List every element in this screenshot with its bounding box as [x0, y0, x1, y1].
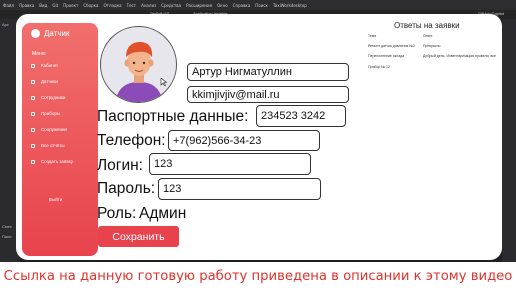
- login-field[interactable]: 123: [149, 153, 311, 175]
- ide-left-label: Смес: [2, 224, 12, 229]
- sidebar-item-devices[interactable]: Приборы: [31, 111, 60, 116]
- app-window: Датчик Меню Кабинет Датчики Сотрудники П…: [16, 14, 502, 260]
- answers-column-header: Ответ: [423, 34, 433, 38]
- avatar-person-icon: [115, 42, 163, 102]
- nav-icon: [31, 127, 35, 132]
- sidebar-item-label: Все отчёты: [41, 143, 65, 148]
- ide-menu-item[interactable]: Справка: [233, 3, 251, 8]
- ide-menu-item[interactable]: Отладка: [104, 3, 122, 8]
- ide-menu-item[interactable]: Правка: [19, 3, 34, 8]
- password-field[interactable]: 123: [158, 178, 321, 200]
- answers-column-header: Тема: [368, 34, 377, 38]
- answers-cell: Прекрасно: [423, 44, 441, 48]
- answers-cell: Добрый день, Инвентаризацию провели, все: [423, 54, 497, 58]
- sidebar-item-reports[interactable]: Все отчёты: [31, 143, 65, 148]
- logo-circle-icon: [31, 29, 40, 38]
- nav-icon: [31, 63, 35, 68]
- sidebar-item-structures[interactable]: Сооружения: [31, 127, 67, 132]
- ide-left-label: Арс: [2, 22, 9, 27]
- sidebar-item-label: Кабинет: [41, 63, 59, 68]
- ide-menu-item[interactable]: Проект: [63, 3, 78, 8]
- phone-field[interactable]: +7(962)566-34-23: [168, 130, 320, 151]
- sidebar-item-cabinet[interactable]: Кабинет: [31, 63, 58, 68]
- ide-left-label: Пани: [2, 234, 12, 239]
- answers-cell: Ремонт датчик давления №2: [368, 44, 415, 48]
- answers-cell: Прибор № 12: [368, 65, 390, 69]
- menu-title: Меню: [32, 51, 46, 57]
- full-name-field[interactable]: Артур Нигматуллин: [187, 63, 349, 81]
- sidebar-item-label: Сотрудники: [41, 95, 66, 100]
- ide-menu-item[interactable]: Анализ: [141, 3, 156, 8]
- ide-search-box[interactable]: Поиск: [255, 3, 268, 8]
- answers-cell: Переполнение склада: [368, 54, 405, 58]
- role-value: Админ: [139, 205, 187, 222]
- nav-icon: [31, 79, 35, 84]
- ide-menu-item[interactable]: Файл: [3, 3, 14, 8]
- ide-solution-name: TaxiWorkdesktop: [272, 2, 307, 8]
- sidebar-item-create-request[interactable]: Создать заявку: [31, 159, 73, 164]
- nav-icon: [31, 143, 35, 148]
- sidebar-item-sensors[interactable]: Датчики: [31, 79, 58, 84]
- ide-menu-item[interactable]: Окно: [217, 3, 228, 8]
- ide-menu-item[interactable]: Вид: [39, 3, 47, 8]
- sidebar-item-employees[interactable]: Сотрудники: [31, 95, 65, 100]
- avatar[interactable]: [100, 26, 177, 103]
- role-label: Роль:: [97, 205, 137, 222]
- nav-icon: [31, 95, 35, 100]
- ide-menu-item[interactable]: Тест: [127, 3, 136, 8]
- passport-field[interactable]: 234523 3242: [256, 105, 346, 127]
- phone-label: Телефон:: [97, 132, 166, 149]
- ide-menu-item[interactable]: Расширения: [186, 3, 212, 8]
- ide-menubar: Файл Правка Вид Git Проект Сборка Отладк…: [0, 0, 516, 10]
- email-field[interactable]: kkimjivjiv@mail.ru: [187, 86, 349, 103]
- brand-name: Датчик: [44, 29, 70, 38]
- nav-icon: [31, 111, 35, 116]
- ide-right-panel: [502, 19, 516, 262]
- exit-link[interactable]: Выйти: [49, 197, 62, 202]
- passport-label: Паспортные данные:: [97, 108, 249, 125]
- password-label: Пароль:: [97, 180, 156, 197]
- answers-title: Ответы на заявки: [394, 21, 460, 30]
- brand: Датчик: [31, 29, 70, 38]
- sidebar-item-label: Датчики: [41, 79, 58, 84]
- login-label: Логин:: [97, 157, 143, 174]
- sidebar: Датчик Меню Кабинет Датчики Сотрудники П…: [22, 23, 98, 256]
- nav-icon: [31, 159, 35, 164]
- mouse-cursor-icon: [160, 78, 168, 86]
- ide-menu-item[interactable]: Git: [52, 3, 58, 8]
- save-button[interactable]: Сохранить: [98, 226, 179, 247]
- ide-menu-item[interactable]: Сборка: [83, 3, 98, 8]
- ide-menu-item[interactable]: Средства: [161, 3, 181, 8]
- sidebar-item-label: Создать заявку: [41, 159, 74, 164]
- sidebar-item-label: Приборы: [41, 111, 61, 116]
- sidebar-item-label: Сооружения: [41, 127, 67, 132]
- video-caption: Ссылка на данную готовую работу приведен…: [0, 262, 516, 290]
